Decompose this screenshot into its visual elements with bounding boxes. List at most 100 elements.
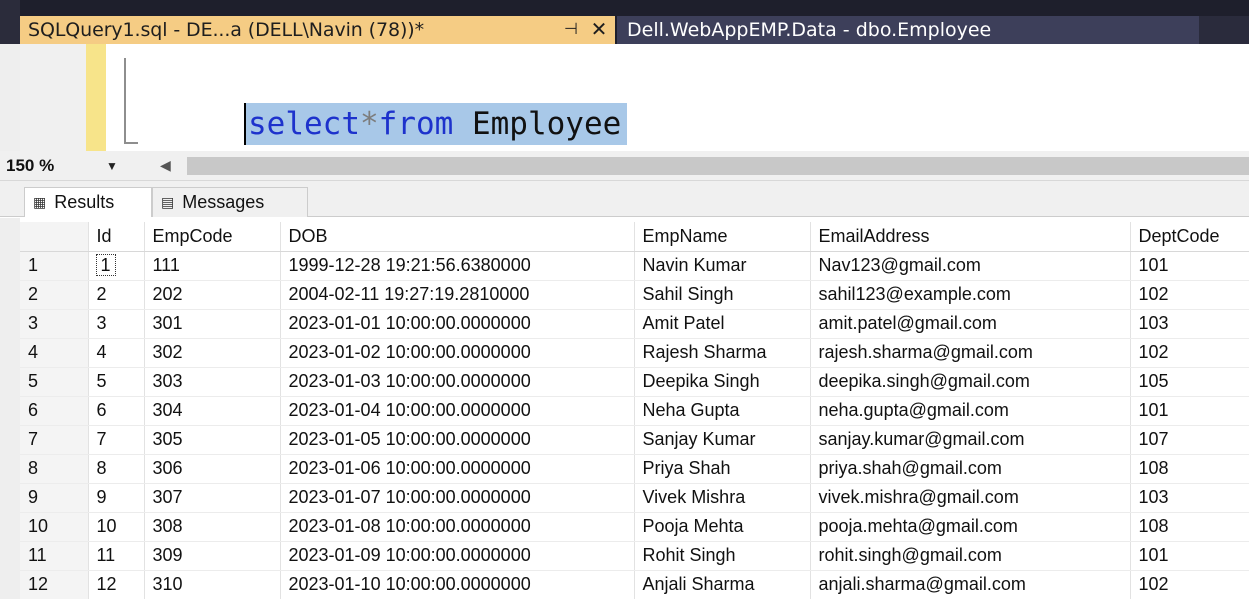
table-cell[interactable]: 102 <box>1130 570 1249 599</box>
scroll-left-icon[interactable]: ◀ <box>160 157 171 174</box>
row-number[interactable]: 7 <box>20 425 89 455</box>
table-cell[interactable]: 101 <box>1130 396 1249 426</box>
row-number[interactable]: 11 <box>20 541 89 571</box>
row-number[interactable]: 9 <box>20 483 89 513</box>
column-header[interactable]: EmpName <box>634 222 811 252</box>
table-cell[interactable]: vivek.mishra@gmail.com <box>810 483 1131 513</box>
table-cell[interactable]: Neha Gupta <box>634 396 811 426</box>
table-cell[interactable]: Priya Shah <box>634 454 811 484</box>
table-cell-selected[interactable]: 1 <box>88 251 145 281</box>
table-cell[interactable]: Nav123@gmail.com <box>810 251 1131 281</box>
row-number[interactable]: 1 <box>20 251 89 281</box>
tab-employee-table[interactable]: Dell.WebAppEMP.Data - dbo.Employee <box>617 16 1199 44</box>
table-cell[interactable]: 2 <box>88 280 145 310</box>
query-editor[interactable]: select * from Employee <box>0 44 1249 151</box>
tab-sqlquery1[interactable]: SQLQuery1.sql - DE...a (DELL\Navin (78))… <box>20 16 615 44</box>
table-cell[interactable]: 306 <box>144 454 281 484</box>
row-number[interactable]: 4 <box>20 338 89 368</box>
row-number[interactable]: 8 <box>20 454 89 484</box>
table-cell[interactable]: 310 <box>144 570 281 599</box>
table-cell[interactable]: 2023-01-02 10:00:00.0000000 <box>280 338 635 368</box>
table-cell[interactable]: 1999-12-28 19:21:56.6380000 <box>280 251 635 281</box>
tab-messages[interactable]: ▤ Messages <box>152 187 308 217</box>
table-cell[interactable]: 12 <box>88 570 145 599</box>
row-number[interactable]: 12 <box>20 570 89 599</box>
table-cell[interactable]: 102 <box>1130 280 1249 310</box>
table-cell[interactable]: 101 <box>1130 251 1249 281</box>
table-cell[interactable]: 2023-01-03 10:00:00.0000000 <box>280 367 635 397</box>
table-cell[interactable]: 11 <box>88 541 145 571</box>
table-cell[interactable]: Rohit Singh <box>634 541 811 571</box>
table-cell[interactable]: 202 <box>144 280 281 310</box>
table-cell[interactable]: 2023-01-09 10:00:00.0000000 <box>280 541 635 571</box>
table-cell[interactable]: sahil123@example.com <box>810 280 1131 310</box>
table-cell[interactable]: 8 <box>88 454 145 484</box>
row-number-header[interactable] <box>20 222 89 252</box>
table-cell[interactable]: Navin Kumar <box>634 251 811 281</box>
close-icon[interactable]: ✕ <box>588 18 610 42</box>
table-cell[interactable]: Pooja Mehta <box>634 512 811 542</box>
row-number[interactable]: 6 <box>20 396 89 426</box>
table-cell[interactable]: 102 <box>1130 338 1249 368</box>
table-cell[interactable]: 2004-02-11 19:27:19.2810000 <box>280 280 635 310</box>
table-cell[interactable]: Sahil Singh <box>634 280 811 310</box>
pin-icon[interactable]: ⊣ <box>561 18 581 42</box>
table-cell[interactable]: Sanjay Kumar <box>634 425 811 455</box>
table-cell[interactable]: 303 <box>144 367 281 397</box>
table-cell[interactable]: amit.patel@gmail.com <box>810 309 1131 339</box>
table-cell[interactable]: Vivek Mishra <box>634 483 811 513</box>
column-header[interactable]: Id <box>88 222 145 252</box>
table-cell[interactable]: 6 <box>88 396 145 426</box>
table-cell[interactable]: rohit.singh@gmail.com <box>810 541 1131 571</box>
table-cell[interactable]: 2023-01-10 10:00:00.0000000 <box>280 570 635 599</box>
table-cell[interactable]: 107 <box>1130 425 1249 455</box>
table-cell[interactable]: 111 <box>144 251 281 281</box>
table-cell[interactable]: 7 <box>88 425 145 455</box>
table-cell[interactable]: 2023-01-05 10:00:00.0000000 <box>280 425 635 455</box>
row-number[interactable]: 5 <box>20 367 89 397</box>
chevron-down-icon[interactable]: ▼ <box>106 159 118 173</box>
table-cell[interactable]: 2023-01-08 10:00:00.0000000 <box>280 512 635 542</box>
table-cell[interactable]: 3 <box>88 309 145 339</box>
table-cell[interactable]: 101 <box>1130 541 1249 571</box>
tab-results[interactable]: ▦ Results <box>24 187 152 217</box>
table-cell[interactable]: 103 <box>1130 309 1249 339</box>
table-cell[interactable]: pooja.mehta@gmail.com <box>810 512 1131 542</box>
table-cell[interactable]: 103 <box>1130 483 1249 513</box>
zoom-select[interactable]: 150 % ▼ <box>6 154 146 178</box>
table-cell[interactable]: 2023-01-04 10:00:00.0000000 <box>280 396 635 426</box>
table-cell[interactable]: deepika.singh@gmail.com <box>810 367 1131 397</box>
column-header[interactable]: DeptCode <box>1130 222 1249 252</box>
row-number[interactable]: 10 <box>20 512 89 542</box>
row-number[interactable]: 2 <box>20 280 89 310</box>
table-cell[interactable]: 308 <box>144 512 281 542</box>
table-cell[interactable]: 2023-01-01 10:00:00.0000000 <box>280 309 635 339</box>
horizontal-scrollbar[interactable] <box>187 157 1249 175</box>
table-cell[interactable]: sanjay.kumar@gmail.com <box>810 425 1131 455</box>
table-cell[interactable]: Anjali Sharma <box>634 570 811 599</box>
table-cell[interactable]: 304 <box>144 396 281 426</box>
table-cell[interactable]: 301 <box>144 309 281 339</box>
row-number[interactable]: 3 <box>20 309 89 339</box>
table-cell[interactable]: rajesh.sharma@gmail.com <box>810 338 1131 368</box>
table-cell[interactable]: Amit Patel <box>634 309 811 339</box>
table-cell[interactable]: 307 <box>144 483 281 513</box>
table-cell[interactable]: Deepika Singh <box>634 367 811 397</box>
query-text-selection[interactable]: select * from Employee <box>244 103 628 145</box>
table-cell[interactable]: 305 <box>144 425 281 455</box>
table-cell[interactable]: 2023-01-07 10:00:00.0000000 <box>280 483 635 513</box>
table-cell[interactable]: 309 <box>144 541 281 571</box>
table-cell[interactable]: 5 <box>88 367 145 397</box>
table-cell[interactable]: 10 <box>88 512 145 542</box>
column-header[interactable]: DOB <box>280 222 635 252</box>
table-cell[interactable]: 2023-01-06 10:00:00.0000000 <box>280 454 635 484</box>
table-cell[interactable]: 302 <box>144 338 281 368</box>
table-cell[interactable]: 9 <box>88 483 145 513</box>
table-cell[interactable]: neha.gupta@gmail.com <box>810 396 1131 426</box>
table-cell[interactable]: anjali.sharma@gmail.com <box>810 570 1131 599</box>
table-cell[interactable]: priya.shah@gmail.com <box>810 454 1131 484</box>
table-cell[interactable]: 108 <box>1130 454 1249 484</box>
table-cell[interactable]: 108 <box>1130 512 1249 542</box>
column-header[interactable]: EmpCode <box>144 222 281 252</box>
table-cell[interactable]: Rajesh Sharma <box>634 338 811 368</box>
